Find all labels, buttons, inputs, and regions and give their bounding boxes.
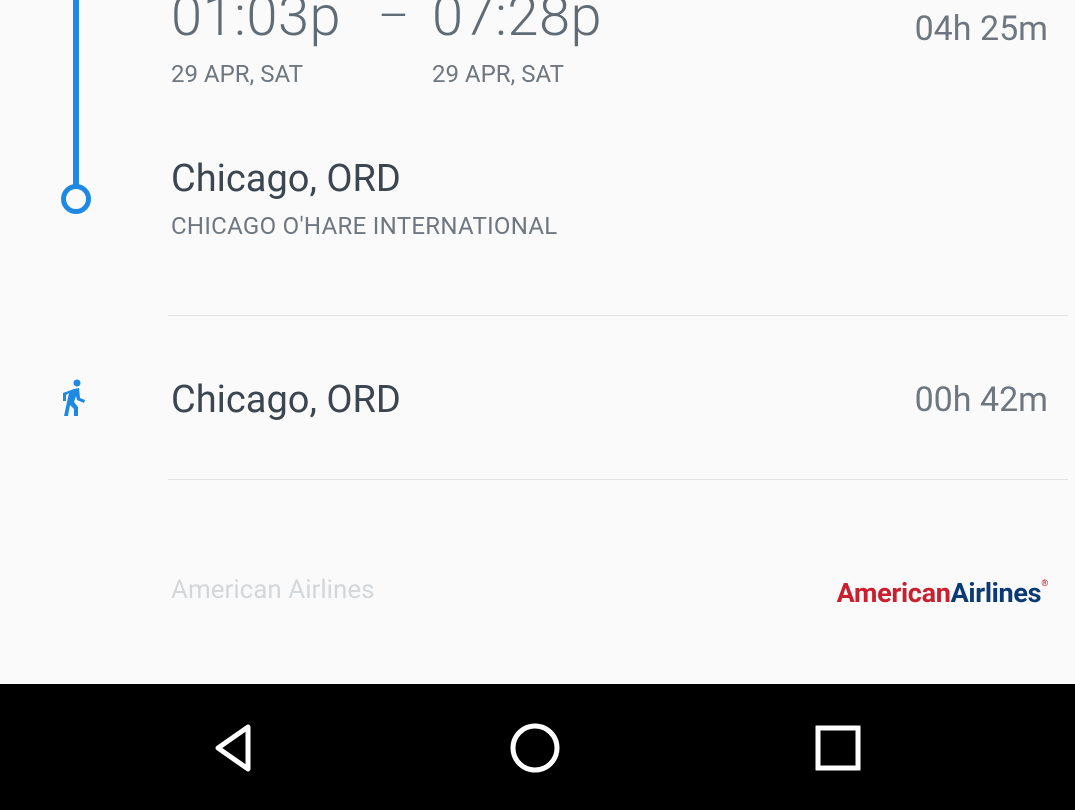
back-icon (215, 724, 251, 772)
system-navigation-bar (0, 684, 1075, 810)
recents-icon (815, 725, 861, 771)
departure-date: 29 APR, SAT (171, 60, 303, 88)
walk-icon (63, 379, 85, 416)
arrival-airport-name: CHICAGO O'HARE INTERNATIONAL (171, 212, 558, 240)
arrival-city: Chicago, ORD (171, 157, 401, 201)
departure-time: 01:03p (171, 0, 342, 49)
timeline-arrival-node (61, 184, 91, 214)
airline-logo: AmericanAirlines® (836, 577, 1049, 609)
divider (168, 479, 1068, 480)
home-button[interactable] (505, 720, 565, 776)
back-button[interactable] (203, 720, 263, 776)
flight-duration: 04h 25m (914, 9, 1048, 49)
layover-city: Chicago, ORD (171, 378, 401, 422)
airline-name: American Airlines (171, 575, 375, 605)
timeline-line (73, 0, 79, 186)
flight-details: 01:03p – 07:28p 29 APR, SAT 29 APR, SAT … (0, 0, 1075, 684)
arrival-time: 07:28p (432, 0, 603, 49)
layover-duration: 00h 42m (914, 380, 1048, 420)
home-icon (510, 723, 560, 773)
arrival-date: 29 APR, SAT (432, 60, 564, 88)
time-separator: – (378, 0, 410, 44)
divider (168, 315, 1068, 316)
recents-button[interactable] (808, 720, 868, 776)
